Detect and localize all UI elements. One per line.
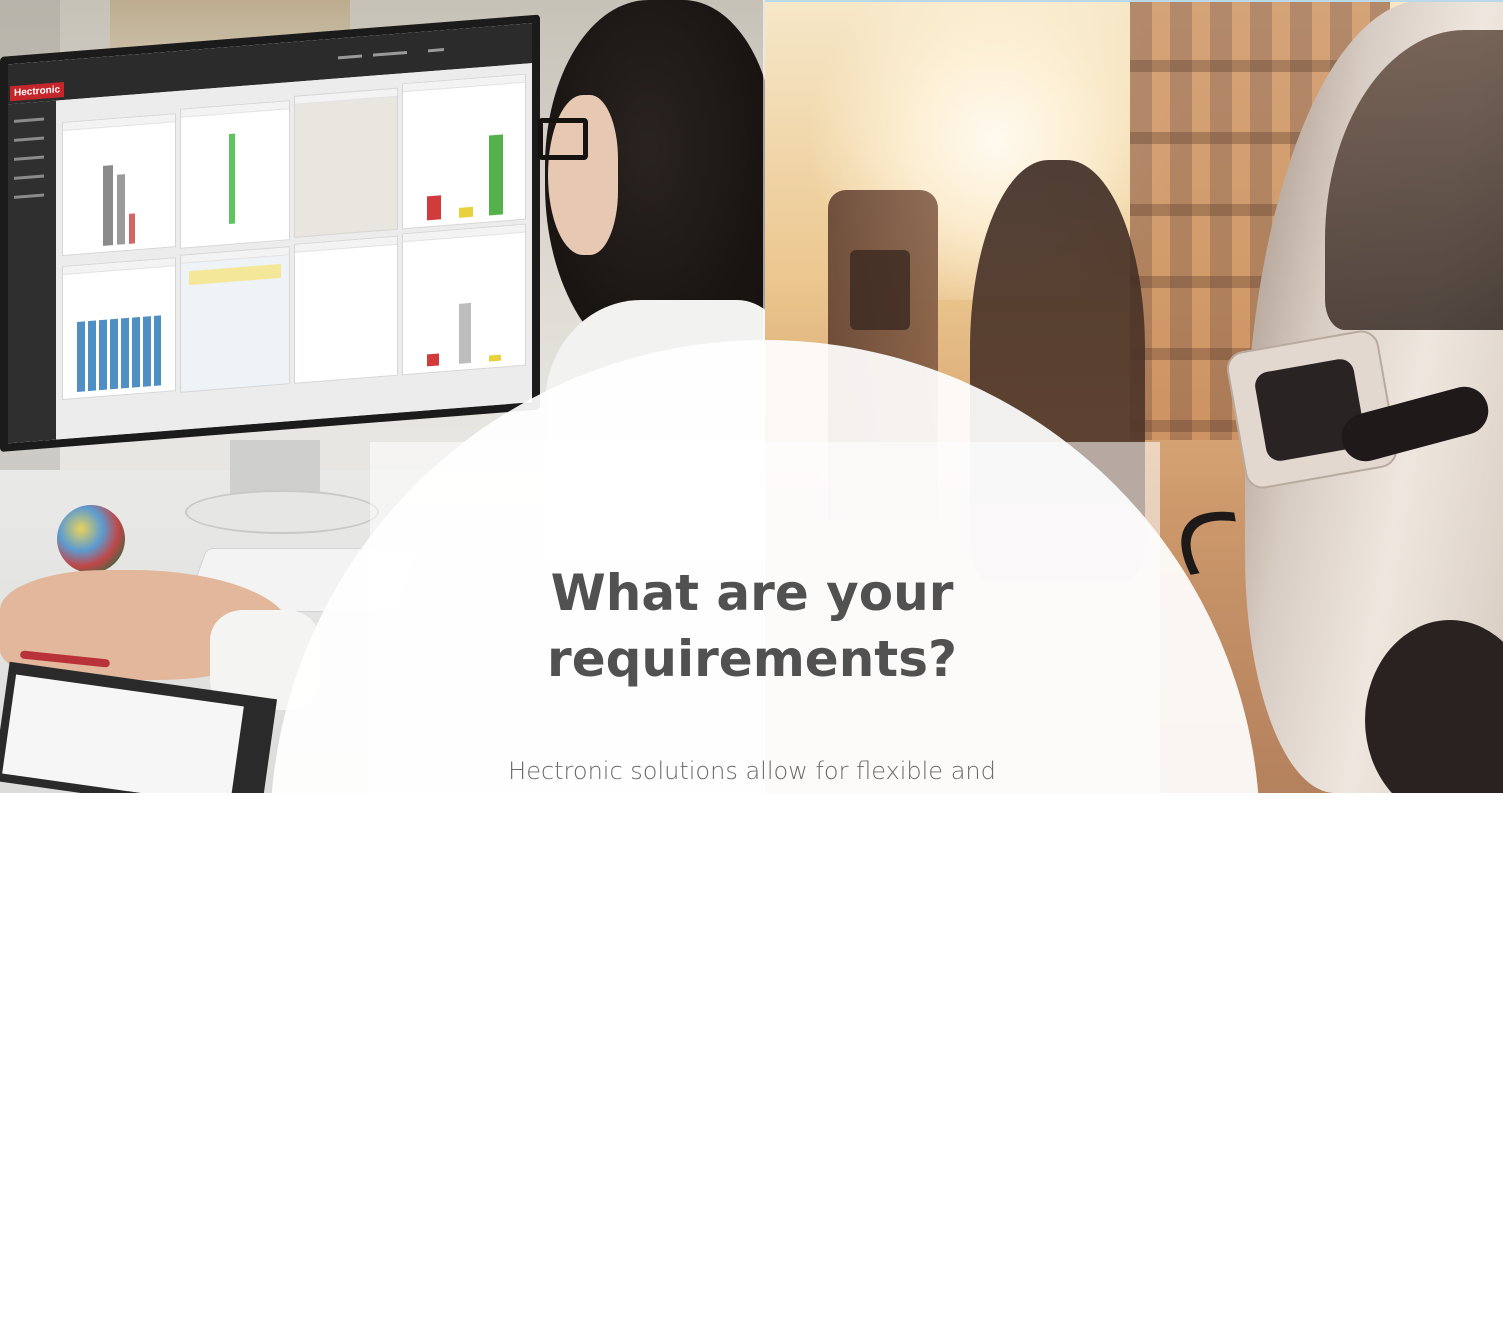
chart-bar xyxy=(489,134,503,216)
panel-header xyxy=(181,101,289,118)
dashboard-panel-bars xyxy=(402,73,526,230)
chart-bar xyxy=(489,354,501,362)
monitor-stand-base xyxy=(185,490,379,534)
status-column xyxy=(229,133,235,224)
dashboard-panel-alert xyxy=(180,246,290,393)
dashboard-panel-bars-2 xyxy=(402,223,526,376)
chart-bar xyxy=(459,302,471,364)
panel-header xyxy=(63,258,175,276)
sidebar-item xyxy=(14,136,44,142)
chart-bar xyxy=(103,165,113,246)
panel-header xyxy=(403,74,525,93)
app-sidebar xyxy=(8,100,56,444)
hero-headline-line-2: requirements? xyxy=(547,630,957,688)
chart-bar xyxy=(427,353,439,367)
chart-bar xyxy=(117,174,125,245)
hero-subtext: Hectronic solutions allow for flexible a… xyxy=(508,757,996,785)
glasses xyxy=(538,118,588,160)
chart-bar-group xyxy=(77,315,161,392)
dashboard-panel-columns xyxy=(62,257,176,401)
stress-ball xyxy=(57,505,125,573)
sidebar-item xyxy=(14,174,44,180)
dashboard-panel-histogram xyxy=(62,113,176,257)
chart-bar xyxy=(427,195,441,221)
chart-bar xyxy=(459,206,473,218)
dashboard-panel-list xyxy=(180,100,290,249)
app-dashboard xyxy=(56,63,532,440)
charging-station-display xyxy=(850,250,910,330)
panel-header xyxy=(63,114,175,132)
monitor: Hectronic xyxy=(0,14,540,453)
app-header-item xyxy=(338,54,362,60)
sidebar-item xyxy=(14,117,44,123)
hero-headline: What are your requirements? xyxy=(412,560,1092,692)
dashboard-panel-map xyxy=(294,87,398,238)
sidebar-item xyxy=(14,155,44,161)
monitor-screen: Hectronic xyxy=(8,23,532,444)
panel-header xyxy=(295,88,397,105)
top-border-right xyxy=(765,0,1503,2)
chart-bar xyxy=(129,213,135,244)
sidebar-item xyxy=(14,193,44,199)
panel-header xyxy=(295,236,397,253)
panel-header xyxy=(181,247,289,264)
alert-banner xyxy=(189,263,281,286)
dashboard-panel-line xyxy=(294,235,398,384)
app-header-item xyxy=(428,48,444,53)
app-header-item xyxy=(373,50,407,57)
hero-headline-line-1: What are your xyxy=(550,564,954,622)
